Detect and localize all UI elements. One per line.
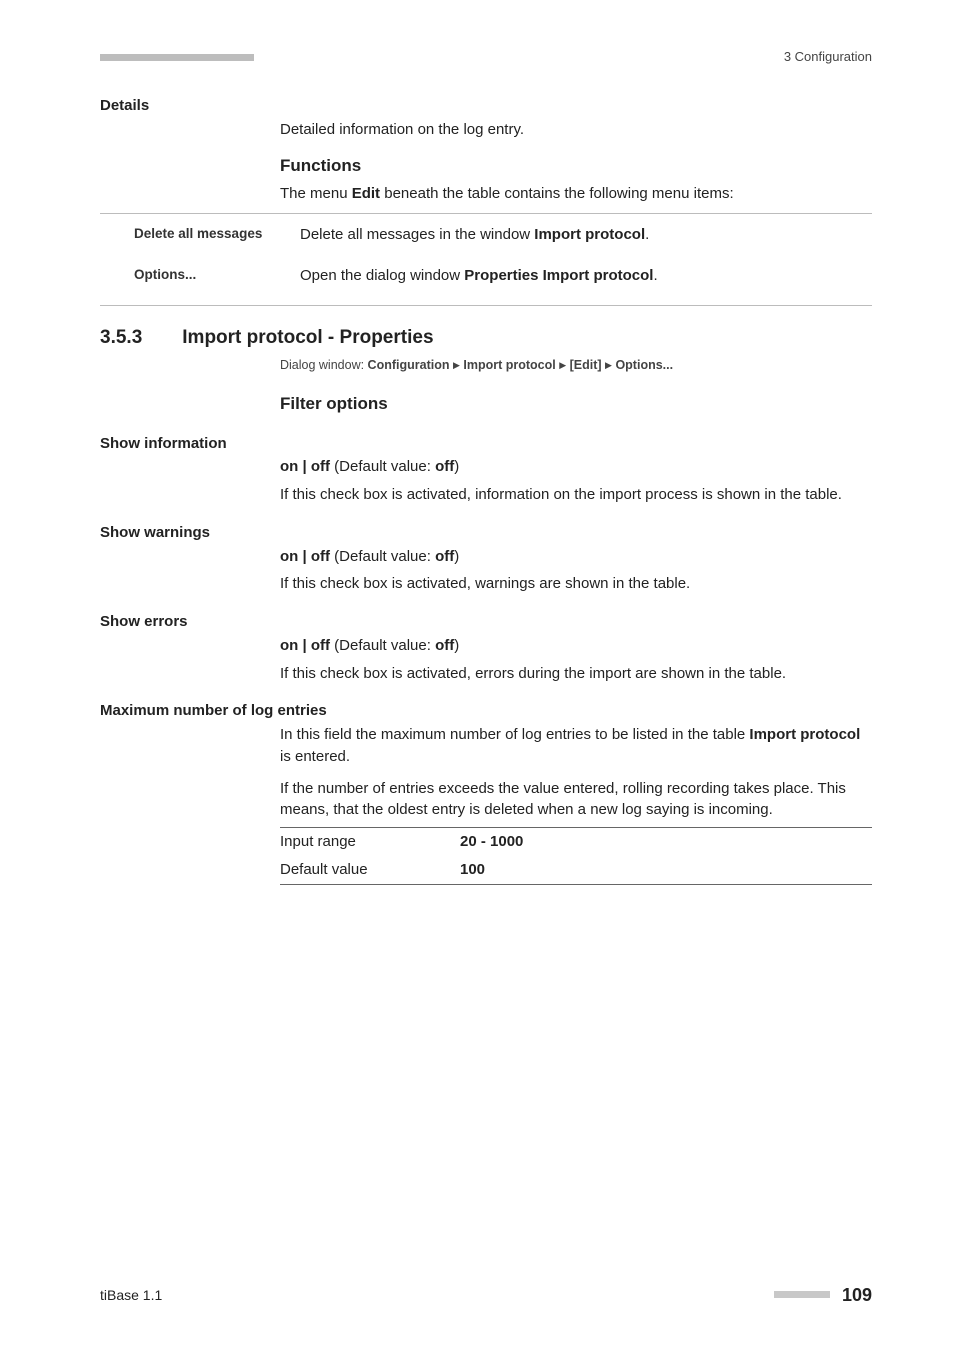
default-value-label: Default value (280, 856, 460, 884)
onoff-line: on | off (Default value: off) (280, 546, 872, 568)
menu-label: Delete all messages (100, 224, 300, 244)
section-title: Import protocol - Properties (182, 324, 433, 352)
section-number: 3.5.3 (100, 324, 142, 352)
menu-label: Options... (100, 265, 300, 285)
page-header: 3 Configuration (100, 48, 872, 67)
header-ornament-left (100, 54, 254, 61)
triangle-icon: ▶ (453, 360, 460, 370)
dialog-path: Dialog window: Configuration ▶ Import pr… (280, 356, 872, 374)
show-warnings-desc: If this check box is activated, warnings… (280, 573, 872, 595)
show-information-desc: If this check box is activated, informat… (280, 484, 872, 506)
details-text: Detailed information on the log entry. (280, 119, 872, 141)
functions-heading: Functions (280, 154, 872, 179)
menu-row: Delete all messages Delete all messages … (100, 214, 872, 256)
footer-left: tiBase 1.1 (100, 1285, 162, 1305)
default-value: 100 (460, 856, 872, 884)
term-show-errors: Show errors (100, 611, 872, 633)
functions-intro-pre: The menu (280, 185, 352, 202)
page-number: 109 (842, 1282, 872, 1308)
functions-menu-table: Delete all messages Delete all messages … (100, 214, 872, 298)
functions-intro-post: beneath the table contains the following… (380, 185, 734, 202)
section-heading: 3.5.3 Import protocol - Properties (100, 324, 872, 352)
menu-desc: Delete all messages in the window Import… (300, 224, 872, 246)
term-max-log-entries: Maximum number of log entries (100, 700, 872, 722)
term-show-information: Show information (100, 433, 872, 455)
header-chapter: 3 Configuration (784, 48, 872, 67)
maxlog-p1: In this field the maximum number of log … (280, 724, 872, 768)
term-show-warnings: Show warnings (100, 522, 872, 544)
onoff-line: on | off (Default value: off) (280, 635, 872, 657)
input-range-label: Input range (280, 828, 460, 856)
term-details: Details (100, 95, 872, 117)
dialog-path-label: Dialog window: (280, 358, 368, 372)
filter-options-heading: Filter options (280, 392, 872, 417)
functions-intro-bold: Edit (352, 185, 380, 202)
functions-intro: The menu Edit beneath the table contains… (280, 183, 872, 205)
maxlog-p2: If the number of entries exceeds the val… (280, 778, 872, 822)
onoff-line: on | off (Default value: off) (280, 456, 872, 478)
page-footer: tiBase 1.1 109 (100, 1282, 872, 1308)
menu-desc: Open the dialog window Properties Import… (300, 265, 872, 287)
triangle-icon: ▶ (559, 360, 566, 370)
show-errors-desc: If this check box is activated, errors d… (280, 663, 872, 685)
footer-ornament (774, 1291, 830, 1298)
divider (100, 305, 872, 306)
range-table: Input range 20 - 1000 Default value 100 (280, 827, 872, 885)
input-range-value: 20 - 1000 (460, 828, 872, 856)
footer-right: 109 (774, 1282, 872, 1308)
triangle-icon: ▶ (605, 360, 612, 370)
menu-row: Options... Open the dialog window Proper… (100, 255, 872, 297)
